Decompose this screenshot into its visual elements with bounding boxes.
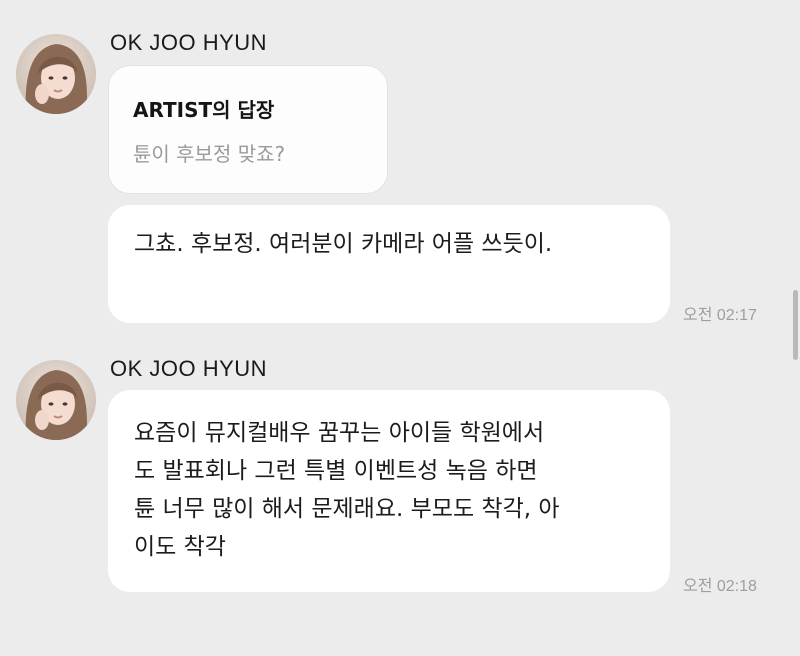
message-text: 요즘이 뮤지컬배우 꿈꾸는 아이들 학원에서 도 발표회나 그런 특별 이벤트성… [134, 414, 560, 566]
message-bubble[interactable]: 그쵸. 후보정. 여러분이 카메라 어플 쓰듯이. [108, 205, 670, 323]
message-line: 요즘이 뮤지컬배우 꿈꾸는 아이들 학원에서 [134, 420, 545, 446]
profile-photo-icon [16, 34, 96, 114]
reply-title: ARTIST의 답장 [133, 98, 275, 122]
message-line: 도 발표회나 그런 특별 이벤트성 녹음 하면 [134, 458, 538, 484]
sender-name: OK JOO HYUN [110, 356, 268, 381]
avatar[interactable] [16, 360, 96, 440]
scrollbar[interactable] [793, 290, 798, 360]
message-text: 그쵸. 후보정. 여러분이 카메라 어플 쓰듯이. [134, 225, 552, 263]
profile-photo-icon [16, 360, 96, 440]
message-line: 튠 너무 많이 해서 문제래요. 부모도 착각, 아 [134, 496, 560, 522]
message-timestamp: 오전 02:17 [683, 307, 757, 324]
sender-name: OK JOO HYUN [110, 30, 268, 55]
reply-quote-card[interactable]: ARTIST의 답장 튠이 후보정 맞죠? [108, 65, 388, 194]
message-line: 이도 착각 [134, 534, 226, 560]
message-line: 그쵸. 후보정. 여러분이 카메라 어플 쓰듯이. [134, 231, 553, 257]
message-timestamp: 오전 02:18 [683, 578, 757, 595]
reply-quoted-text: 튠이 후보정 맞죠? [133, 142, 286, 166]
avatar[interactable] [16, 34, 96, 114]
message-bubble[interactable]: 요즘이 뮤지컬배우 꿈꾸는 아이들 학원에서 도 발표회나 그런 특별 이벤트성… [108, 390, 670, 592]
